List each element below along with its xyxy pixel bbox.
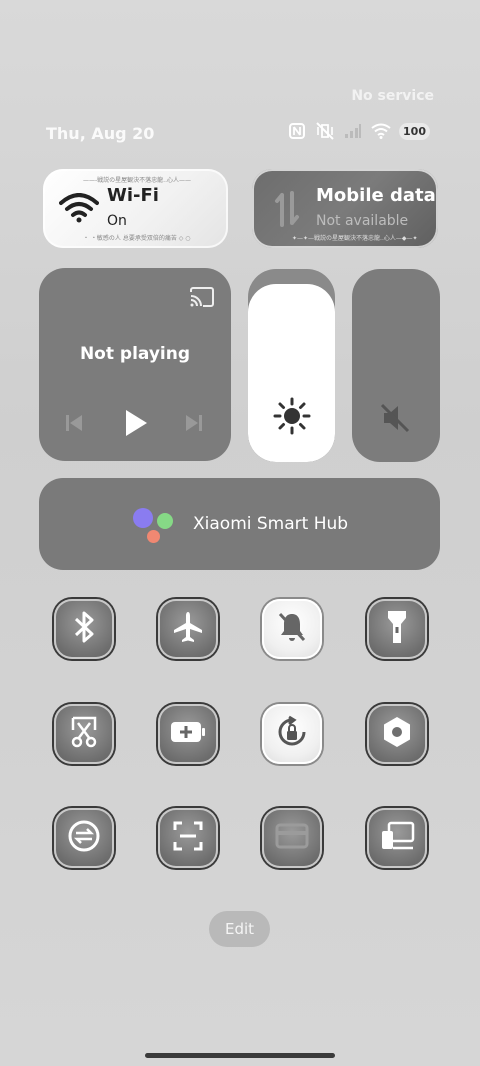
status-icons: 100 <box>287 121 430 141</box>
brightness-slider[interactable] <box>248 269 335 462</box>
sync-icon <box>67 819 101 857</box>
scanner-toggle[interactable] <box>158 808 218 868</box>
devices-icon <box>379 820 415 856</box>
next-track-icon[interactable] <box>179 408 209 438</box>
xiaomi-smart-hub[interactable]: Xiaomi Smart Hub <box>39 478 440 570</box>
mobile-data-status: Not available <box>316 213 409 229</box>
wallet-toggle[interactable] <box>262 808 322 868</box>
silent-mode-toggle[interactable] <box>262 599 322 659</box>
sync-toggle[interactable] <box>54 808 114 868</box>
hub-dot-green <box>157 513 173 529</box>
mobile-data-title: Mobile data <box>316 185 436 206</box>
hub-dot-red <box>147 530 160 543</box>
mobile-data-icon <box>274 189 300 233</box>
card-icon <box>275 823 309 853</box>
mobile-data-tile[interactable]: Mobile data Not available ✦—✦—戦説の星屋観決不落忠… <box>252 169 438 248</box>
battery-plus-icon <box>169 720 207 748</box>
wifi-tile-deco-top: ——-戦説の星屋観決不落忠龍..心人—— <box>83 177 191 184</box>
edit-button[interactable]: Edit <box>209 911 270 947</box>
battery-icon: 100 <box>399 122 430 140</box>
hub-dot-blue <box>133 508 153 528</box>
cast-icon[interactable] <box>189 286 215 312</box>
scan-icon <box>172 820 204 856</box>
previous-track-icon[interactable] <box>59 408 89 438</box>
media-status: Not playing <box>79 344 191 364</box>
wifi-icon <box>371 121 391 141</box>
nfc-icon <box>287 121 307 141</box>
settings-toggle[interactable] <box>367 704 427 764</box>
airplane-mode-toggle[interactable] <box>158 599 218 659</box>
device-cast-toggle[interactable] <box>367 808 427 868</box>
play-icon[interactable] <box>120 408 150 438</box>
bluetooth-toggle[interactable] <box>54 599 114 659</box>
bell-off-icon <box>277 611 307 647</box>
airplane-icon <box>171 610 205 648</box>
bluetooth-icon <box>70 610 98 648</box>
sun-icon <box>273 397 311 439</box>
scissors-icon <box>68 715 100 753</box>
vibrate-off-icon <box>315 121 335 141</box>
volume-slider[interactable] <box>352 269 440 462</box>
wifi-tile-deco-bottom: ・ ・敏感の人 总要承受双倍的痛苦 ◇ ○ <box>83 235 191 242</box>
screenshot-toggle[interactable] <box>54 704 114 764</box>
volume-muted-icon <box>380 403 412 437</box>
hexagon-gear-icon <box>381 715 413 753</box>
wifi-tile[interactable]: ——-戦説の星屋観決不落忠龍..心人—— Wi-Fi On ・ ・敏感の人 总要… <box>43 169 228 248</box>
date-label: Thu, Aug 20 <box>46 124 155 143</box>
mobile-tile-deco: ✦—✦—戦説の星屋観決不落忠龍..心人—◆—✦ <box>292 235 418 242</box>
battery-saver-toggle[interactable] <box>158 704 218 764</box>
home-indicator[interactable] <box>145 1053 335 1058</box>
wifi-title: Wi-Fi <box>107 185 159 206</box>
signal-icon <box>343 121 363 141</box>
flashlight-icon <box>385 609 409 649</box>
hub-label: Xiaomi Smart Hub <box>193 514 349 534</box>
wifi-status: On <box>107 213 127 229</box>
rotation-lock-icon <box>275 715 309 753</box>
rotation-lock-toggle[interactable] <box>262 704 322 764</box>
service-status: No service <box>351 88 434 104</box>
media-player[interactable]: Not playing <box>39 268 231 461</box>
wifi-icon <box>59 193 99 227</box>
flashlight-toggle[interactable] <box>367 599 427 659</box>
